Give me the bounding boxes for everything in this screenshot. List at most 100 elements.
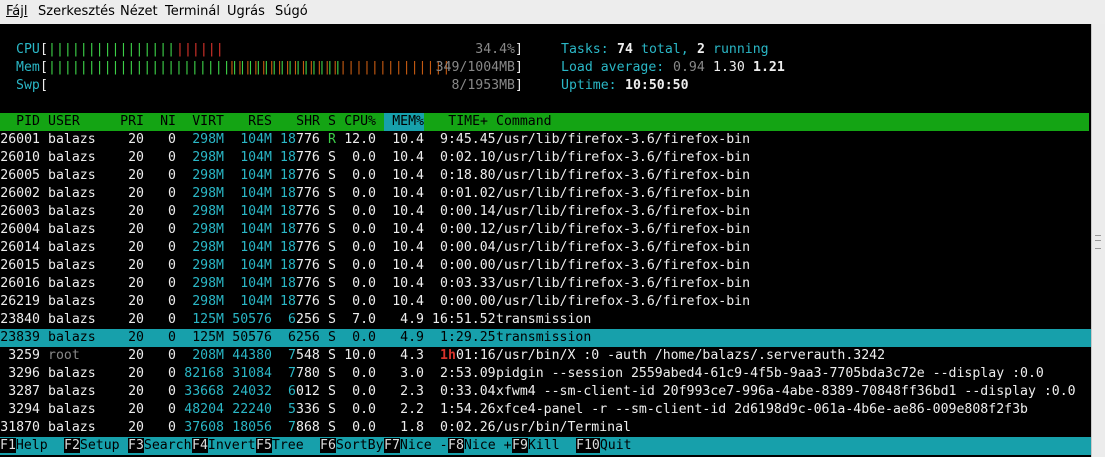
mem-cell: 2.2	[400, 402, 424, 417]
column-header-cpu[interactable]: CPU%	[344, 113, 376, 131]
fkey-number: F7	[384, 438, 400, 453]
fkey-nice-button[interactable]: F8Nice +	[448, 437, 512, 455]
priority-cell: 20	[128, 366, 144, 381]
table-row[interactable]: 26003 balazs 20 0 298M 104M 18 776 S 0.0 10.4 0:00.…	[0, 203, 1091, 221]
column-header-res[interactable]: RES	[232, 113, 272, 131]
cpu-cell: 0.0	[352, 384, 376, 399]
priority-cell: 20	[128, 168, 144, 183]
column-header-ni[interactable]: NI	[152, 113, 176, 131]
virt-cell: 33668	[184, 384, 224, 399]
fkey-invert-button[interactable]: F4Invert	[192, 437, 256, 455]
fkey-setup-button[interactable]: F2Setup	[64, 437, 128, 455]
table-row[interactable]: 26219 balazs 20 0 298M 104M 18 776 S 0.0 10.4 0:00.…	[0, 293, 1091, 311]
column-header-virt[interactable]: VIRT	[184, 113, 224, 131]
command-cell: transmission	[496, 312, 592, 327]
table-row[interactable]: 31870 balazs 20 0 37608 18056 7 868 S 0.0 1.8 0:02.…	[0, 419, 1091, 437]
command-cell: /usr/lib/firefox-3.6/firefox-bin	[496, 276, 751, 291]
shr-cell-low: 780	[296, 366, 320, 381]
function-key-bar: F1Help F2Setup F3Search F4Invert F5Tree F6…	[0, 437, 1091, 455]
column-header-pri[interactable]: PRI	[112, 113, 144, 131]
menu-file[interactable]: Fájl	[6, 4, 27, 19]
pid-cell: 26010	[0, 150, 40, 165]
terminal-area[interactable]: CPU [ |||||||||||||||| |||||| 34.4% ] Me…	[0, 24, 1091, 457]
column-header-pid[interactable]: PID	[0, 113, 40, 131]
process-table-header[interactable]: PID USER PRI NI VIRT RES SHR S CPU% MEM% TIME+ Comm…	[0, 113, 1089, 131]
res-cell: 104M	[240, 150, 272, 165]
virt-cell: 298M	[192, 132, 224, 147]
state-cell: S	[328, 240, 336, 255]
column-header-mem[interactable]: MEM%	[384, 113, 424, 131]
fkey-help-button[interactable]: F1Help	[0, 437, 64, 455]
pid-cell: 3287	[8, 384, 40, 399]
table-row[interactable]: 26015 balazs 20 0 298M 104M 18 776 S 0.0 10.4 0:00.…	[0, 257, 1091, 275]
table-row[interactable]: 3259 root 20 0 208M 44380 7 548 S 10.0 4.3 1h 01:16/…	[0, 347, 1091, 365]
time-cell: 0:00.00	[440, 294, 496, 309]
nice-cell: 0	[168, 132, 176, 147]
table-row[interactable]: 23840 balazs 20 0 125M 50576 6 256 S 7.0 4.9 16:51.…	[0, 311, 1091, 329]
res-cell: 104M	[240, 186, 272, 201]
user-cell: balazs	[48, 312, 96, 327]
res-cell: 104M	[240, 204, 272, 219]
swap-value: 8/1953MB	[451, 78, 515, 93]
pid-cell: 3296	[8, 366, 40, 381]
fkey-quit-button[interactable]: F10Quit	[576, 437, 632, 455]
shr-cell-high: 18	[280, 258, 296, 273]
pid-cell: 26003	[0, 204, 40, 219]
menu-edit[interactable]: Szerkesztés	[38, 4, 115, 19]
time-cell-hours: 1h	[440, 348, 456, 363]
priority-cell: 20	[128, 402, 144, 417]
fkey-number: F4	[192, 438, 208, 453]
mem-label: Mem	[16, 60, 40, 75]
table-row[interactable]: 26005 balazs 20 0 298M 104M 18 776 S 0.0 10.4 0:18.…	[0, 167, 1091, 185]
menu-terminal[interactable]: Terminál	[165, 4, 220, 19]
load-15min: 1.21	[753, 60, 785, 75]
nice-cell: 0	[168, 348, 176, 363]
command-cell: transmission	[496, 330, 592, 345]
table-row[interactable]: 26002 balazs 20 0 298M 104M 18 776 S 0.0 10.4 0:01.…	[0, 185, 1091, 203]
column-header-s[interactable]: S	[328, 113, 336, 131]
table-row[interactable]: 26016 balazs 20 0 298M 104M 18 776 S 0.0 10.4 0:03.…	[0, 275, 1091, 293]
fkey-label: SortBy	[335, 438, 384, 453]
table-row[interactable]: 26001 balazs 20 0 298M 104M 18 776 R 12.0 10.4 9:45…	[0, 131, 1091, 149]
fkey-nice-button[interactable]: F7Nice -	[384, 437, 448, 455]
fkey-search-button[interactable]: F3Search	[128, 437, 192, 455]
table-row[interactable]: 26014 balazs 20 0 298M 104M 18 776 S 0.0 10.4 0:00.…	[0, 239, 1091, 257]
table-row[interactable]: 26004 balazs 20 0 298M 104M 18 776 S 0.0 10.4 0:00.…	[0, 221, 1091, 239]
scrollbar[interactable]	[1091, 24, 1105, 457]
state-cell: S	[328, 402, 336, 417]
fkey-sortby-button[interactable]: F6SortBy	[320, 437, 384, 455]
menu-help[interactable]: Súgó	[275, 4, 308, 19]
fkey-tree-button[interactable]: F5Tree	[256, 437, 320, 455]
command-cell: /usr/lib/firefox-3.6/firefox-bin	[496, 240, 751, 255]
table-row[interactable]: 3287 balazs 20 0 33668 24032 6 012 S 0.0 2.3 0:33.0…	[0, 383, 1091, 401]
command-cell: /usr/bin/Terminal	[496, 420, 631, 435]
mem-cell: 3.0	[400, 366, 424, 381]
shr-cell-low: 776	[296, 150, 320, 165]
column-header-time[interactable]: TIME+	[432, 113, 488, 131]
cpu-cell: 12.0	[344, 132, 376, 147]
fkey-kill-button[interactable]: F9Kill	[512, 437, 576, 455]
column-header-shr[interactable]: SHR	[280, 113, 320, 131]
time-cell: 1:54.26	[440, 402, 496, 417]
cpu-meter: CPU [ |||||||||||||||| |||||| 34.4% ]	[16, 42, 523, 57]
shr-cell-low: 868	[296, 420, 320, 435]
fkey-label: Quit	[599, 438, 632, 453]
fkey-label: Setup	[79, 438, 128, 453]
user-cell: balazs	[48, 150, 96, 165]
column-header-user[interactable]: USER	[48, 113, 96, 131]
shr-cell-high: 18	[280, 168, 296, 183]
menu-go[interactable]: Ugrás	[227, 4, 265, 19]
fkey-label: Help	[15, 438, 64, 453]
state-cell: S	[328, 276, 336, 291]
priority-cell: 20	[128, 150, 144, 165]
table-row[interactable]: 26010 balazs 20 0 298M 104M 18 776 S 0.0 10.4 0:02.…	[0, 149, 1091, 167]
table-row[interactable]: 23839 balazs 20 0 125M 50576 6 256 S 0.0 4.9 1:29.2…	[0, 329, 1091, 347]
column-header-command[interactable]: Command	[496, 113, 552, 131]
menu-view[interactable]: Nézet	[120, 4, 158, 19]
virt-cell: 298M	[192, 240, 224, 255]
table-row[interactable]: 3294 balazs 20 0 48204 22240 5 336 S 0.0 2.2 1:54.2…	[0, 401, 1091, 419]
shr-cell-high: 18	[280, 186, 296, 201]
fkey-label: Tree	[271, 438, 320, 453]
table-row[interactable]: 3296 balazs 20 0 82168 31084 7 780 S 0.0 3.0 2:53.0…	[0, 365, 1091, 383]
user-cell: balazs	[48, 222, 96, 237]
